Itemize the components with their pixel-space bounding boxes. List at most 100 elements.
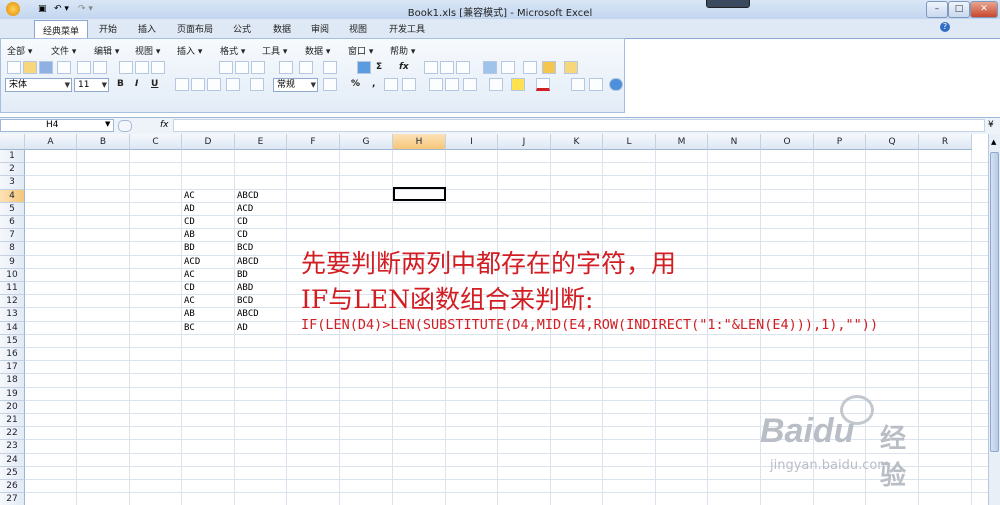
row-header-17[interactable]: 17 — [0, 361, 25, 375]
function-icon[interactable]: fx — [399, 62, 409, 72]
row-header-5[interactable]: 5 — [0, 202, 25, 216]
row-header-4[interactable]: 4 — [0, 189, 25, 203]
menu-window[interactable]: 窗口 ▾ — [348, 44, 373, 57]
undo-icon[interactable] — [299, 61, 313, 74]
tab-data[interactable]: 数据 — [273, 22, 291, 35]
tab-home[interactable]: 开始 — [99, 22, 117, 35]
borders-icon[interactable] — [489, 78, 503, 91]
column-header-m[interactable]: M — [656, 134, 708, 150]
format-painter-icon[interactable] — [279, 61, 293, 74]
cell-d12[interactable]: AC — [184, 295, 195, 308]
cell-d5[interactable]: AD — [184, 203, 195, 216]
tab-view[interactable]: 视图 — [349, 22, 367, 35]
new-icon[interactable] — [7, 61, 21, 74]
print-icon[interactable] — [119, 61, 133, 74]
cell-e6[interactable]: CD — [237, 216, 248, 229]
row-header-15[interactable]: 15 — [0, 334, 25, 348]
sort-asc-icon[interactable] — [424, 61, 438, 74]
vertical-scrollbar[interactable]: ▲ — [988, 134, 1000, 505]
column-header-p[interactable]: P — [814, 134, 866, 150]
font-color-icon[interactable] — [536, 78, 550, 91]
cell-style-icon[interactable] — [463, 78, 477, 91]
column-header-g[interactable]: G — [340, 134, 393, 150]
menu-insert[interactable]: 插入 ▾ — [177, 44, 202, 57]
number-format-select[interactable]: 常规 ▼ — [273, 78, 318, 92]
chart-icon[interactable] — [483, 61, 497, 74]
align-right-icon[interactable] — [207, 78, 221, 91]
name-box[interactable]: H4 — [0, 119, 114, 132]
expand-formula-icon[interactable]: ¥ — [988, 120, 994, 130]
comma-button[interactable]: , — [372, 79, 375, 89]
tab-insert[interactable]: 插入 — [138, 22, 156, 35]
spelling-icon[interactable] — [135, 61, 149, 74]
menu-file[interactable]: 文件 ▾ — [51, 44, 76, 57]
decrease-decimal-icon[interactable] — [402, 78, 416, 91]
column-header-o[interactable]: O — [761, 134, 814, 150]
paste-icon[interactable] — [251, 61, 265, 74]
cell-e13[interactable]: ABCD — [237, 308, 259, 321]
redo-icon[interactable] — [323, 61, 337, 74]
font-name-select[interactable]: 宋体 ▼ — [5, 78, 72, 92]
cell-e11[interactable]: ABD — [237, 282, 253, 295]
minimize-button[interactable]: – — [926, 1, 948, 18]
column-header-a[interactable]: A — [25, 134, 77, 150]
scroll-up-icon[interactable]: ▲ — [991, 138, 996, 146]
menu-data[interactable]: 数据 ▾ — [305, 44, 330, 57]
sort-desc-icon[interactable] — [440, 61, 454, 74]
row-header-8[interactable]: 8 — [0, 242, 25, 256]
tab-review[interactable]: 审阅 — [311, 22, 329, 35]
merge-icon[interactable] — [226, 78, 240, 91]
tab-formulas[interactable]: 公式 — [233, 22, 251, 35]
row-header-25[interactable]: 25 — [0, 466, 25, 480]
cut-icon[interactable] — [219, 61, 233, 74]
decrease-indent-icon[interactable] — [429, 78, 443, 91]
column-header-h[interactable]: H — [393, 134, 446, 150]
increase-decimal-icon[interactable] — [384, 78, 398, 91]
expand-icon[interactable] — [118, 120, 132, 132]
row-header-6[interactable]: 6 — [0, 216, 25, 230]
row-header-18[interactable]: 18 — [0, 374, 25, 388]
row-header-24[interactable]: 24 — [0, 453, 25, 467]
underline-button[interactable]: U — [151, 79, 158, 89]
scroll-thumb[interactable] — [990, 152, 999, 452]
research-icon[interactable] — [151, 61, 165, 74]
column-header-i[interactable]: I — [446, 134, 498, 150]
pdf-icon[interactable] — [93, 61, 107, 74]
chevron-down-icon[interactable]: ▼ — [105, 120, 110, 128]
column-header-d[interactable]: D — [182, 134, 235, 150]
increase-indent-icon[interactable] — [445, 78, 459, 91]
folder-icon[interactable] — [564, 61, 578, 74]
italic-button[interactable]: I — [135, 79, 138, 89]
menu-edit[interactable]: 编辑 ▾ — [94, 44, 119, 57]
align-left-icon[interactable] — [175, 78, 189, 91]
cell-d14[interactable]: BC — [184, 322, 195, 335]
align-center-icon[interactable] — [191, 78, 205, 91]
row-header-12[interactable]: 12 — [0, 295, 25, 309]
column-header-q[interactable]: Q — [866, 134, 919, 150]
cell-d7[interactable]: AB — [184, 229, 195, 242]
percent-button[interactable]: % — [351, 79, 360, 89]
menu-view[interactable]: 视图 ▾ — [135, 44, 160, 57]
currency-icon[interactable] — [323, 78, 337, 91]
row-header-26[interactable]: 26 — [0, 480, 25, 494]
cell-d10[interactable]: AC — [184, 269, 195, 282]
active-cell-cursor[interactable] — [393, 187, 446, 201]
cell-d6[interactable]: CD — [184, 216, 195, 229]
row-header-1[interactable]: 1 — [0, 150, 25, 164]
pivot-icon[interactable] — [501, 61, 515, 74]
print-preview-icon[interactable] — [77, 61, 91, 74]
column-header-b[interactable]: B — [77, 134, 130, 150]
row-header-14[interactable]: 14 — [0, 321, 25, 335]
column-header-c[interactable]: C — [130, 134, 182, 150]
menu-help[interactable]: 帮助 ▾ — [390, 44, 415, 57]
filter-icon[interactable] — [456, 61, 470, 74]
row-header-7[interactable]: 7 — [0, 229, 25, 243]
permission-icon[interactable] — [57, 61, 71, 74]
cell-d13[interactable]: AB — [184, 308, 195, 321]
row-header-27[interactable]: 27 — [0, 493, 25, 505]
row-header-16[interactable]: 16 — [0, 348, 25, 362]
hyperlink-icon[interactable] — [357, 61, 371, 74]
zoom-icon[interactable] — [589, 78, 603, 91]
formula-input[interactable] — [173, 119, 985, 132]
cell-d4[interactable]: AC — [184, 190, 195, 203]
